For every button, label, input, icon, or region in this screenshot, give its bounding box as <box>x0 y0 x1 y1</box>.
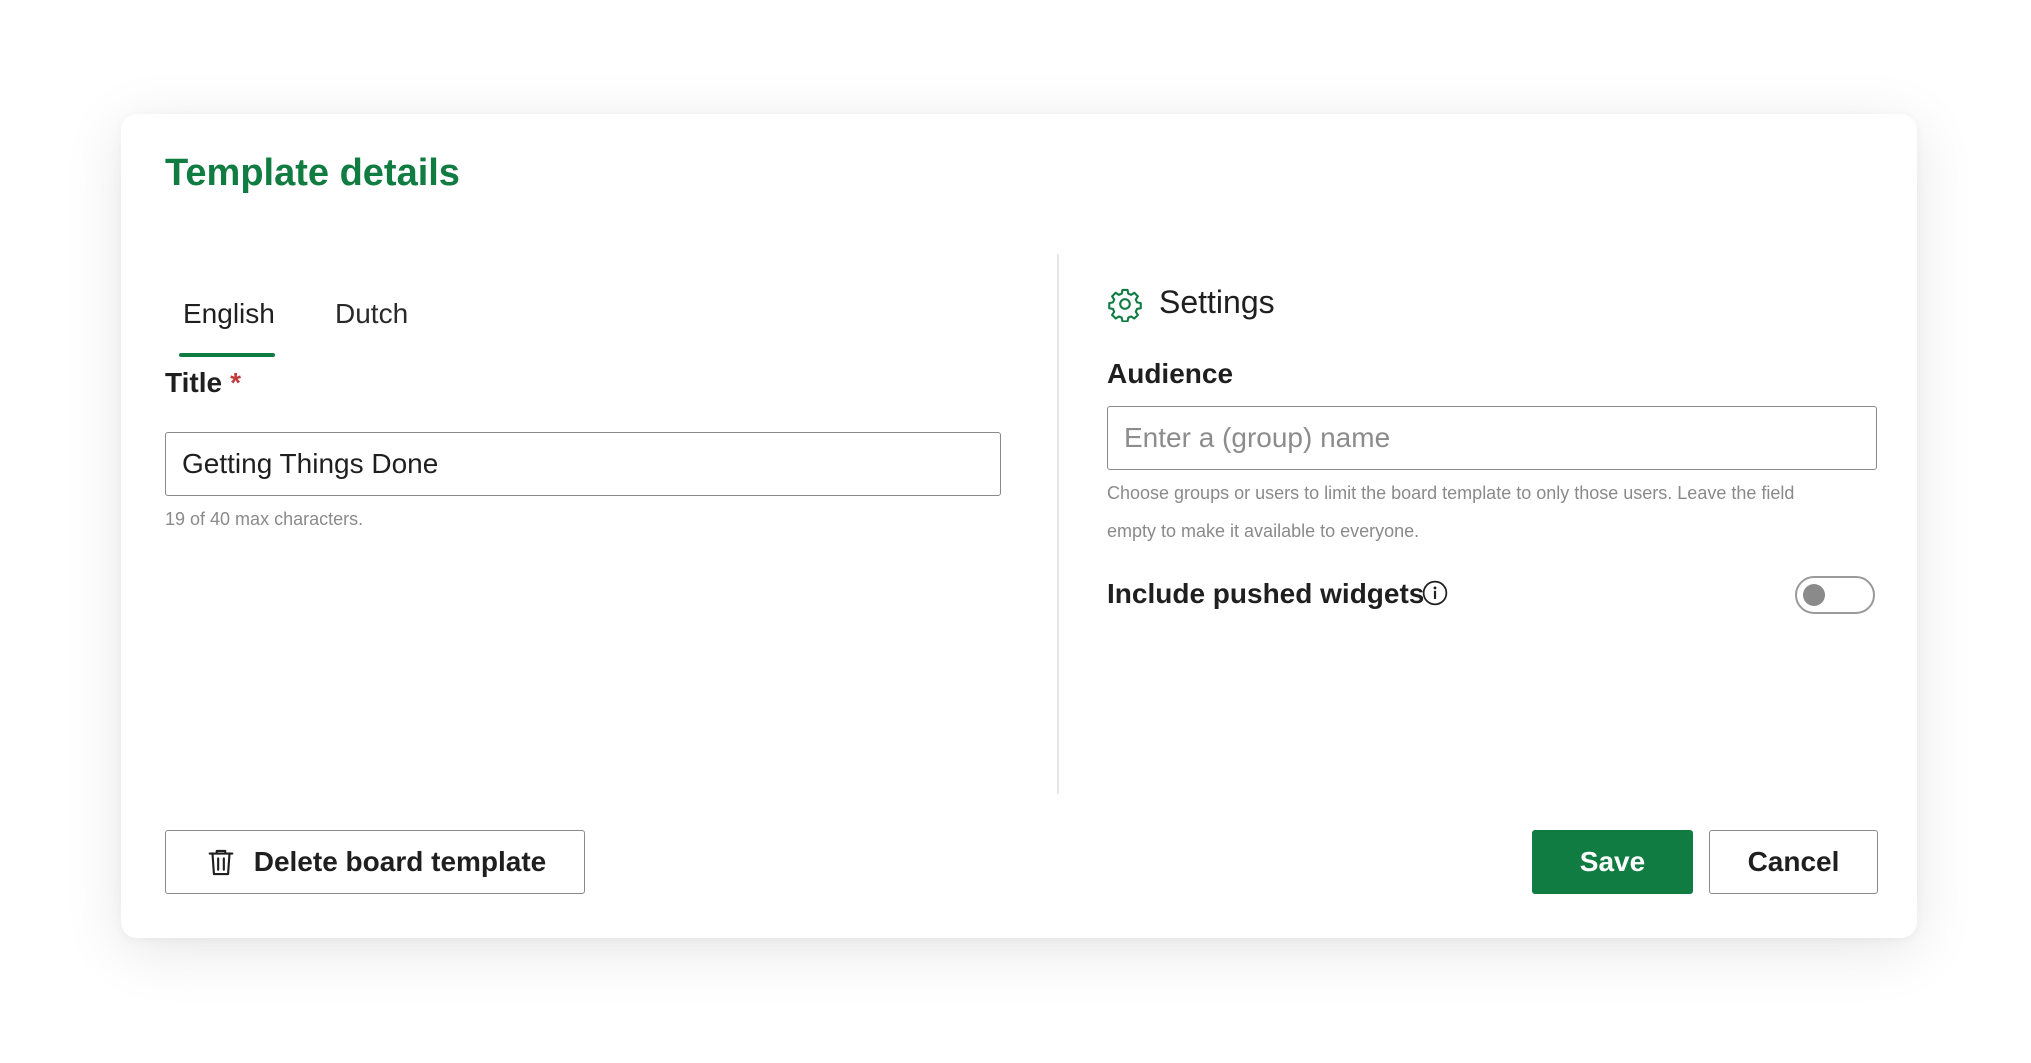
title-label: Title * <box>165 367 241 399</box>
required-marker: * <box>230 367 241 398</box>
delete-template-label: Delete board template <box>253 846 547 877</box>
settings-header: Settings <box>1107 274 1507 334</box>
toggle-knob <box>1803 584 1825 606</box>
title-label-text: Title <box>165 367 223 398</box>
title-input[interactable] <box>165 432 1001 496</box>
audience-hint-line1: Choose groups or users to limit the boar… <box>1107 483 1795 503</box>
gear-icon <box>1108 288 1142 322</box>
title-char-count: 19 of 40 max characters. <box>165 509 364 529</box>
column-divider <box>1057 254 1059 794</box>
tab-dutch[interactable]: Dutch <box>327 279 427 355</box>
audience-hint-line2: empty to make it available to everyone. <box>1107 521 1420 541</box>
pushed-widgets-label: Include pushed widgets <box>1107 578 1425 609</box>
settings-title: Settings <box>1159 284 1275 320</box>
tab-english-label: English <box>183 298 275 329</box>
language-tabs: English Dutch <box>165 279 565 359</box>
cancel-button[interactable]: Cancel <box>1709 830 1878 894</box>
save-button[interactable]: Save <box>1532 830 1693 894</box>
pushed-widgets-toggle[interactable] <box>1795 576 1875 614</box>
delete-template-button[interactable]: Delete board template <box>165 830 585 894</box>
dialog-title: Template details <box>165 152 460 194</box>
trash-icon <box>208 849 234 876</box>
audience-label: Audience <box>1107 358 1234 389</box>
info-icon[interactable] <box>1422 580 1448 606</box>
template-details-dialog: Template details English Dutch Title* 19… <box>121 114 1917 938</box>
audience-hint: Choose groups or users to limit the boar… <box>1107 474 1794 550</box>
tab-dutch-label: Dutch <box>335 298 409 329</box>
tab-english[interactable]: English <box>165 279 275 357</box>
audience-input[interactable] <box>1107 406 1877 470</box>
